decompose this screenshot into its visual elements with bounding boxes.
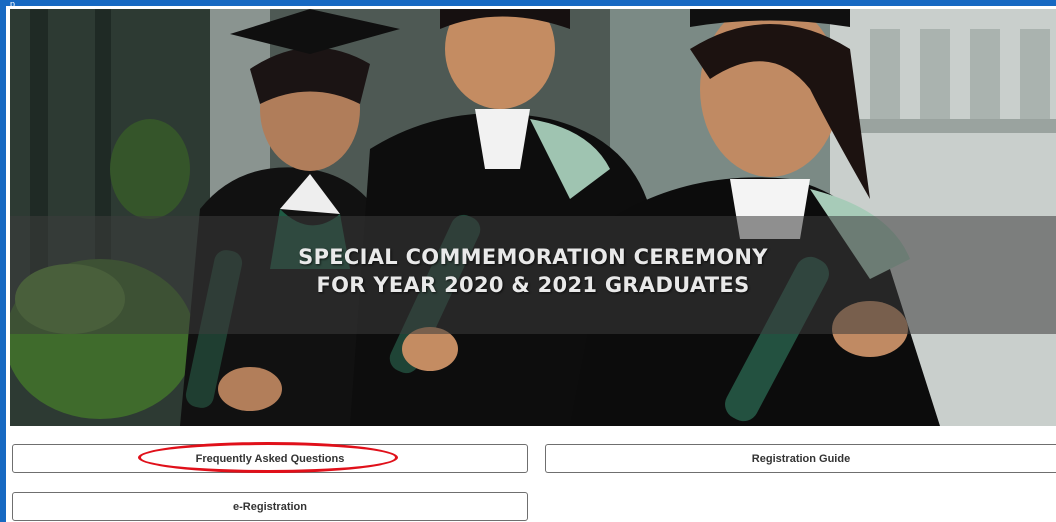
- banner-title-line1: SPECIAL COMMEMORATION CEREMONY: [298, 245, 768, 269]
- faq-button[interactable]: Frequently Asked Questions: [12, 444, 528, 473]
- hero-image: SPECIAL COMMEMORATION CEREMONY FOR YEAR …: [10, 9, 1056, 426]
- e-registration-button[interactable]: e-Registration: [12, 492, 528, 521]
- registration-guide-button[interactable]: Registration Guide: [545, 444, 1056, 473]
- banner-title-line2: FOR YEAR 2020 & 2021 GRADUATES: [316, 273, 750, 297]
- banner-title: SPECIAL COMMEMORATION CEREMONY FOR YEAR …: [10, 243, 1056, 299]
- header-partial-text: p: [10, 0, 16, 9]
